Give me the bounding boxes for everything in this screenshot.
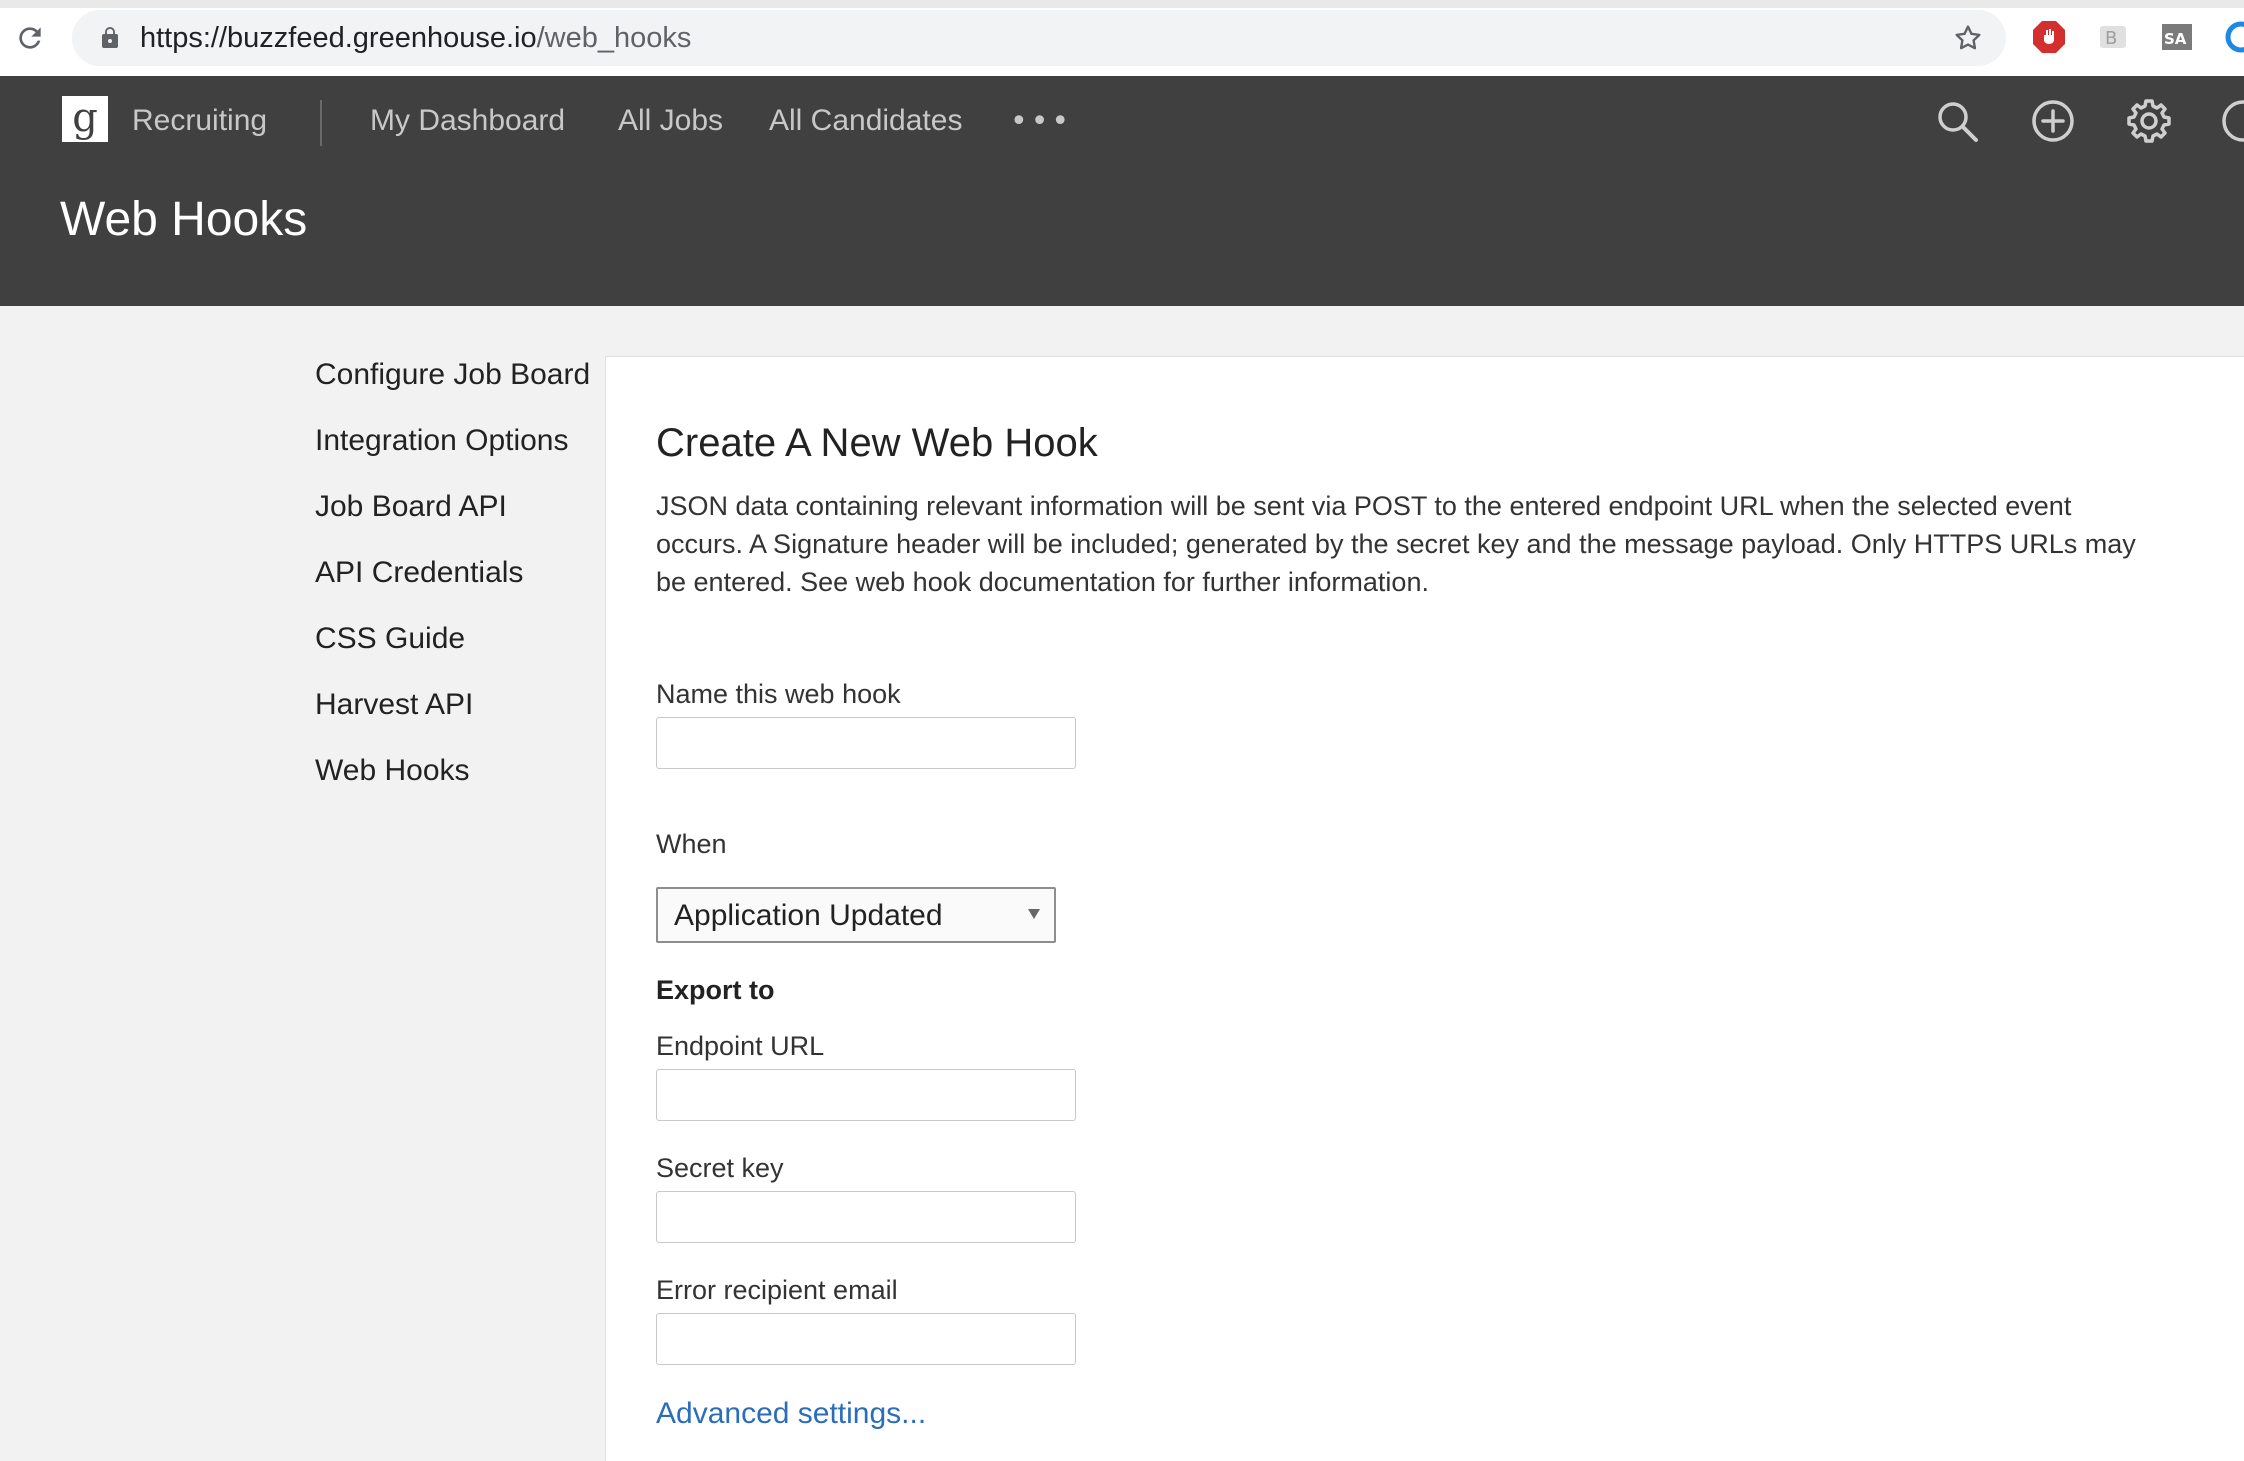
- event-select-value: Application Updated: [674, 899, 943, 932]
- sidebar-item-harvest-api[interactable]: Harvest API: [315, 686, 595, 724]
- web-hook-form-panel: Create A New Web Hook JSON data containi…: [605, 356, 2244, 1461]
- help-icon[interactable]: [2218, 96, 2244, 146]
- nav-recruiting[interactable]: Recruiting: [132, 104, 267, 138]
- extension-b-icon[interactable]: B: [2096, 20, 2130, 54]
- secret-key-label: Secret key: [656, 1153, 784, 1183]
- svg-text:B: B: [2105, 28, 2117, 49]
- url-text[interactable]: https://buzzfeed.greenhouse.io/web_hooks: [140, 22, 691, 55]
- endpoint-url-label: Endpoint URL: [656, 1031, 825, 1061]
- chevron-down-icon: [1028, 909, 1040, 919]
- form-title: Create A New Web Hook: [656, 421, 1098, 465]
- sidebar-item-web-hooks[interactable]: Web Hooks: [315, 752, 595, 790]
- form-description: JSON data containing relevant informatio…: [656, 491, 2136, 597]
- sidebar-item-api-credentials[interactable]: API Credentials: [315, 554, 595, 592]
- error-email-input[interactable]: [656, 1313, 1076, 1365]
- app-header: g Recruiting My Dashboard All Jobs All C…: [0, 76, 2244, 306]
- when-label: When: [656, 829, 727, 859]
- sidebar-item-integration-options[interactable]: Integration Options: [315, 422, 595, 460]
- reload-icon[interactable]: [14, 22, 46, 54]
- sidebar-item-css-guide[interactable]: CSS Guide: [315, 620, 595, 658]
- web-hook-name-input[interactable]: [656, 717, 1076, 769]
- extension-circle-icon[interactable]: [2224, 20, 2244, 54]
- advanced-settings-link[interactable]: Advanced settings...: [656, 1397, 926, 1431]
- greenhouse-logo[interactable]: g: [62, 96, 108, 142]
- nav-more-button[interactable]: •••: [1010, 104, 1072, 139]
- page-title: Web Hooks: [60, 193, 308, 246]
- adblock-extension-icon[interactable]: [2032, 20, 2066, 54]
- export-to-heading: Export to: [656, 975, 775, 1005]
- address-bar[interactable]: https://buzzfeed.greenhouse.io/web_hooks: [72, 10, 2006, 66]
- browser-toolbar: https://buzzfeed.greenhouse.io/web_hooks…: [0, 0, 2244, 76]
- event-select[interactable]: Application Updated: [656, 887, 1056, 943]
- bookmark-star-icon[interactable]: [1952, 22, 1984, 54]
- tab-strip-edge: [0, 0, 2244, 8]
- add-circle-icon[interactable]: [2028, 96, 2078, 146]
- svg-text:SA: SA: [2164, 30, 2187, 48]
- nav-divider: [320, 100, 322, 146]
- endpoint-url-input[interactable]: [656, 1069, 1076, 1121]
- search-icon[interactable]: [1932, 96, 1982, 146]
- url-path: /web_hooks: [536, 22, 692, 54]
- name-label: Name this web hook: [656, 679, 901, 709]
- nav-all-jobs[interactable]: All Jobs: [618, 104, 723, 138]
- nav-my-dashboard[interactable]: My Dashboard: [370, 104, 565, 138]
- settings-sidebar: Configure Job Board Integration Options …: [315, 356, 595, 818]
- nav-all-candidates[interactable]: All Candidates: [769, 104, 962, 138]
- gear-icon[interactable]: [2124, 96, 2174, 146]
- url-host: https://buzzfeed.greenhouse.io: [140, 22, 537, 54]
- lock-icon: [102, 27, 118, 48]
- sidebar-item-job-board-api[interactable]: Job Board API: [315, 488, 595, 526]
- extension-sa-icon[interactable]: SA: [2160, 20, 2194, 54]
- sidebar-item-configure-job-board[interactable]: Configure Job Board: [315, 356, 595, 394]
- secret-key-input[interactable]: [656, 1191, 1076, 1243]
- error-email-label: Error recipient email: [656, 1275, 898, 1305]
